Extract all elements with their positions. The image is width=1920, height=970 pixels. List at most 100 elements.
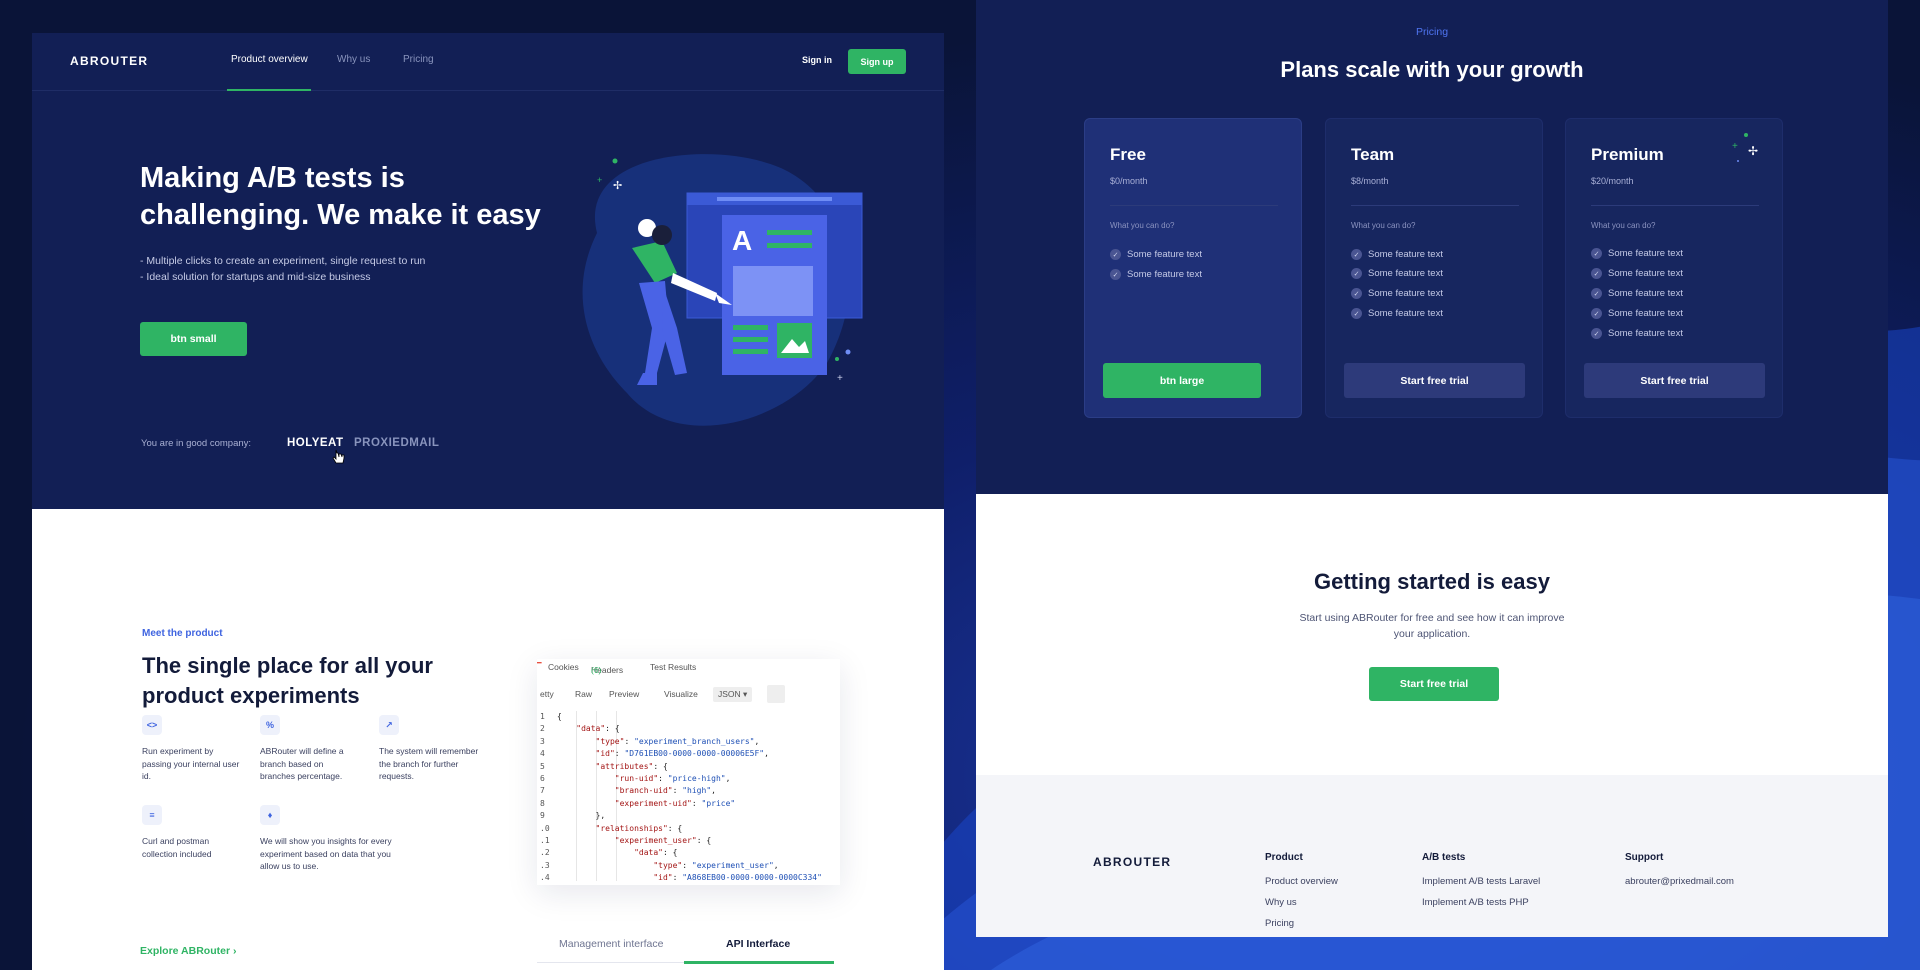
pricing-page-right: Pricing Plans scale with your growth Fre…	[976, 0, 1888, 937]
nav-pricing[interactable]: Pricing	[403, 54, 434, 65]
explore-link-label: Explore ABRouter	[140, 945, 231, 957]
plan-feature: ✓ Some feature text	[1351, 288, 1443, 299]
feature-item: <> Run experiment by passing your intern…	[142, 715, 242, 783]
nav-product-overview[interactable]: Product overview	[231, 54, 308, 65]
plan-feature: ✓ Some feature text	[1110, 249, 1202, 260]
hero-cta-button[interactable]: btn small	[140, 322, 247, 356]
interface-tabs: Management interface API Interface	[537, 931, 834, 964]
format-select-value: JSON	[718, 689, 741, 699]
company-logo-holyeat[interactable]: HOLYEAT	[287, 437, 344, 449]
plan-question: What you can do?	[1110, 221, 1175, 230]
tab-test-results[interactable]: Test Results	[650, 662, 696, 672]
svg-text:A: A	[732, 225, 752, 256]
plan-team-button[interactable]: Start free trial	[1344, 363, 1525, 398]
hero-section: ABROUTER Product overview Why us Pricing…	[32, 33, 944, 509]
wrap-lines-icon[interactable]	[767, 685, 785, 703]
hero-title: Making A/B tests is challenging. We make…	[140, 162, 541, 231]
footer-column-ab-tests: A/B tests Implement A/B tests Laravel Im…	[1422, 852, 1540, 918]
format-select[interactable]: JSON ▾	[713, 687, 753, 702]
explore-link[interactable]: Explore ABRouter ›	[140, 945, 236, 957]
check-icon: ✓	[1351, 288, 1362, 299]
code-line: "data": {	[634, 848, 678, 858]
plan-feature: ✓ Some feature text	[1591, 248, 1683, 259]
tab-cookies[interactable]: Cookies	[548, 662, 579, 672]
view-visualize[interactable]: Visualize	[659, 687, 703, 701]
plan-feature-text: Some feature text	[1127, 249, 1202, 260]
footer-link[interactable]: Implement A/B tests PHP	[1422, 897, 1540, 908]
plan-feature-text: Some feature text	[1608, 288, 1683, 299]
code-line-number: 5	[540, 761, 545, 771]
footer: ABROUTER Product Product overview Why us…	[976, 775, 1888, 937]
plan-feature-text: Some feature text	[1608, 328, 1683, 339]
tab-management-interface[interactable]: Management interface	[559, 938, 663, 950]
check-icon: ✓	[1591, 248, 1602, 259]
company-logo-proxiedmail[interactable]: PROXIEDMAIL	[354, 437, 439, 449]
signin-link[interactable]: Sign in	[802, 55, 832, 65]
start-free-trial-button[interactable]: Start free trial	[1369, 667, 1499, 701]
check-icon: ✓	[1591, 328, 1602, 339]
code-line-number: 9	[540, 811, 545, 821]
feature-text: The system will remember the branch for …	[379, 746, 479, 781]
code-line-number: 1	[540, 712, 545, 721]
hand-cursor-icon	[332, 449, 345, 464]
plan-card-team: Team $8/month What you can do? ✓ Some fea…	[1325, 118, 1543, 418]
code-line: "data": {	[576, 724, 620, 734]
footer-link[interactable]: Product overview	[1265, 876, 1338, 887]
plan-feature-text: Some feature text	[1368, 288, 1443, 299]
plan-feature-text: Some feature text	[1608, 308, 1683, 319]
svg-text:✢: ✢	[613, 180, 622, 192]
top-nav: ABROUTER Product overview Why us Pricing…	[32, 33, 944, 91]
plan-name: Premium	[1591, 145, 1664, 164]
plan-free-button[interactable]: btn large	[1103, 363, 1261, 398]
tab-marker: ▔	[537, 662, 542, 672]
logo[interactable]: ABROUTER	[70, 54, 148, 68]
document-icon: ≡	[142, 805, 162, 825]
code-line: "type": "experiment_user",	[653, 860, 779, 870]
feature-item: ♦ We will show you insights for every ex…	[260, 805, 400, 873]
plan-question: What you can do?	[1591, 221, 1656, 230]
code-line-number: .4	[540, 873, 550, 883]
hero-bullet: - Multiple clicks to create an experimen…	[140, 255, 426, 267]
company-label: You are in good company:	[141, 438, 252, 449]
response-tabs: ▔ Cookies Headers (6) Test Results	[537, 659, 840, 677]
view-raw[interactable]: Raw	[570, 687, 597, 701]
nav-why-us[interactable]: Why us	[337, 54, 370, 65]
footer-logo[interactable]: ABROUTER	[1093, 855, 1171, 869]
getting-started-subtitle: Start using ABRouter for free and see ho…	[1299, 612, 1565, 640]
divider	[1351, 205, 1519, 206]
tab-api-interface[interactable]: API Interface	[726, 938, 790, 950]
code-line: "run-uid": "price-high",	[614, 774, 731, 783]
view-pretty[interactable]: etty	[537, 687, 559, 701]
footer-link[interactable]: Pricing	[1265, 918, 1338, 929]
pricing-eyebrow: Pricing	[1415, 26, 1449, 38]
check-icon: ✓	[1110, 249, 1121, 260]
code-line-number: 6	[540, 774, 545, 783]
footer-link[interactable]: Why us	[1265, 897, 1338, 908]
signup-button[interactable]: Sign up	[848, 49, 906, 74]
code-line: "attributes": {	[595, 761, 668, 771]
feature-item: ≡ Curl and postman collection included	[142, 805, 242, 860]
svg-text:✢: ✢	[1748, 144, 1758, 158]
check-icon: ✓	[1591, 288, 1602, 299]
hero-bullet: - Ideal solution for startups and mid-si…	[140, 271, 371, 283]
plan-premium-button[interactable]: Start free trial	[1584, 363, 1765, 398]
product-page-left: ABROUTER Product overview Why us Pricing…	[32, 33, 944, 970]
plan-card-free: Free $0/month What you can do? ✓ Some fea…	[1084, 118, 1380, 418]
footer-link[interactable]: abrouter@prixedmail.com	[1625, 876, 1734, 887]
nav-active-underline	[227, 89, 311, 91]
plan-feature: ✓ Some feature text	[1351, 308, 1443, 319]
view-preview[interactable]: Preview	[604, 687, 644, 701]
code-line: "experiment-uid": "price"	[614, 798, 736, 808]
code-line-number: .2	[540, 848, 550, 858]
chevron-right-icon: ›	[232, 945, 237, 957]
plan-price: $20/month	[1591, 176, 1634, 186]
pricing-title: Plans scale with your growth	[1280, 57, 1584, 82]
product-title: The single place for all your product ex…	[142, 653, 433, 708]
footer-link[interactable]: Implement A/B tests Laravel	[1422, 876, 1540, 887]
api-response-preview: ▔ Cookies Headers (6) Test Results etty …	[537, 659, 840, 885]
check-icon: ✓	[1591, 308, 1602, 319]
svg-text:+: +	[1732, 141, 1738, 152]
plan-feature-text: Some feature text	[1368, 249, 1443, 260]
feature-text: Run experiment by passing your internal …	[142, 746, 240, 781]
footer-column-support: Support abrouter@prixedmail.com	[1625, 852, 1734, 897]
